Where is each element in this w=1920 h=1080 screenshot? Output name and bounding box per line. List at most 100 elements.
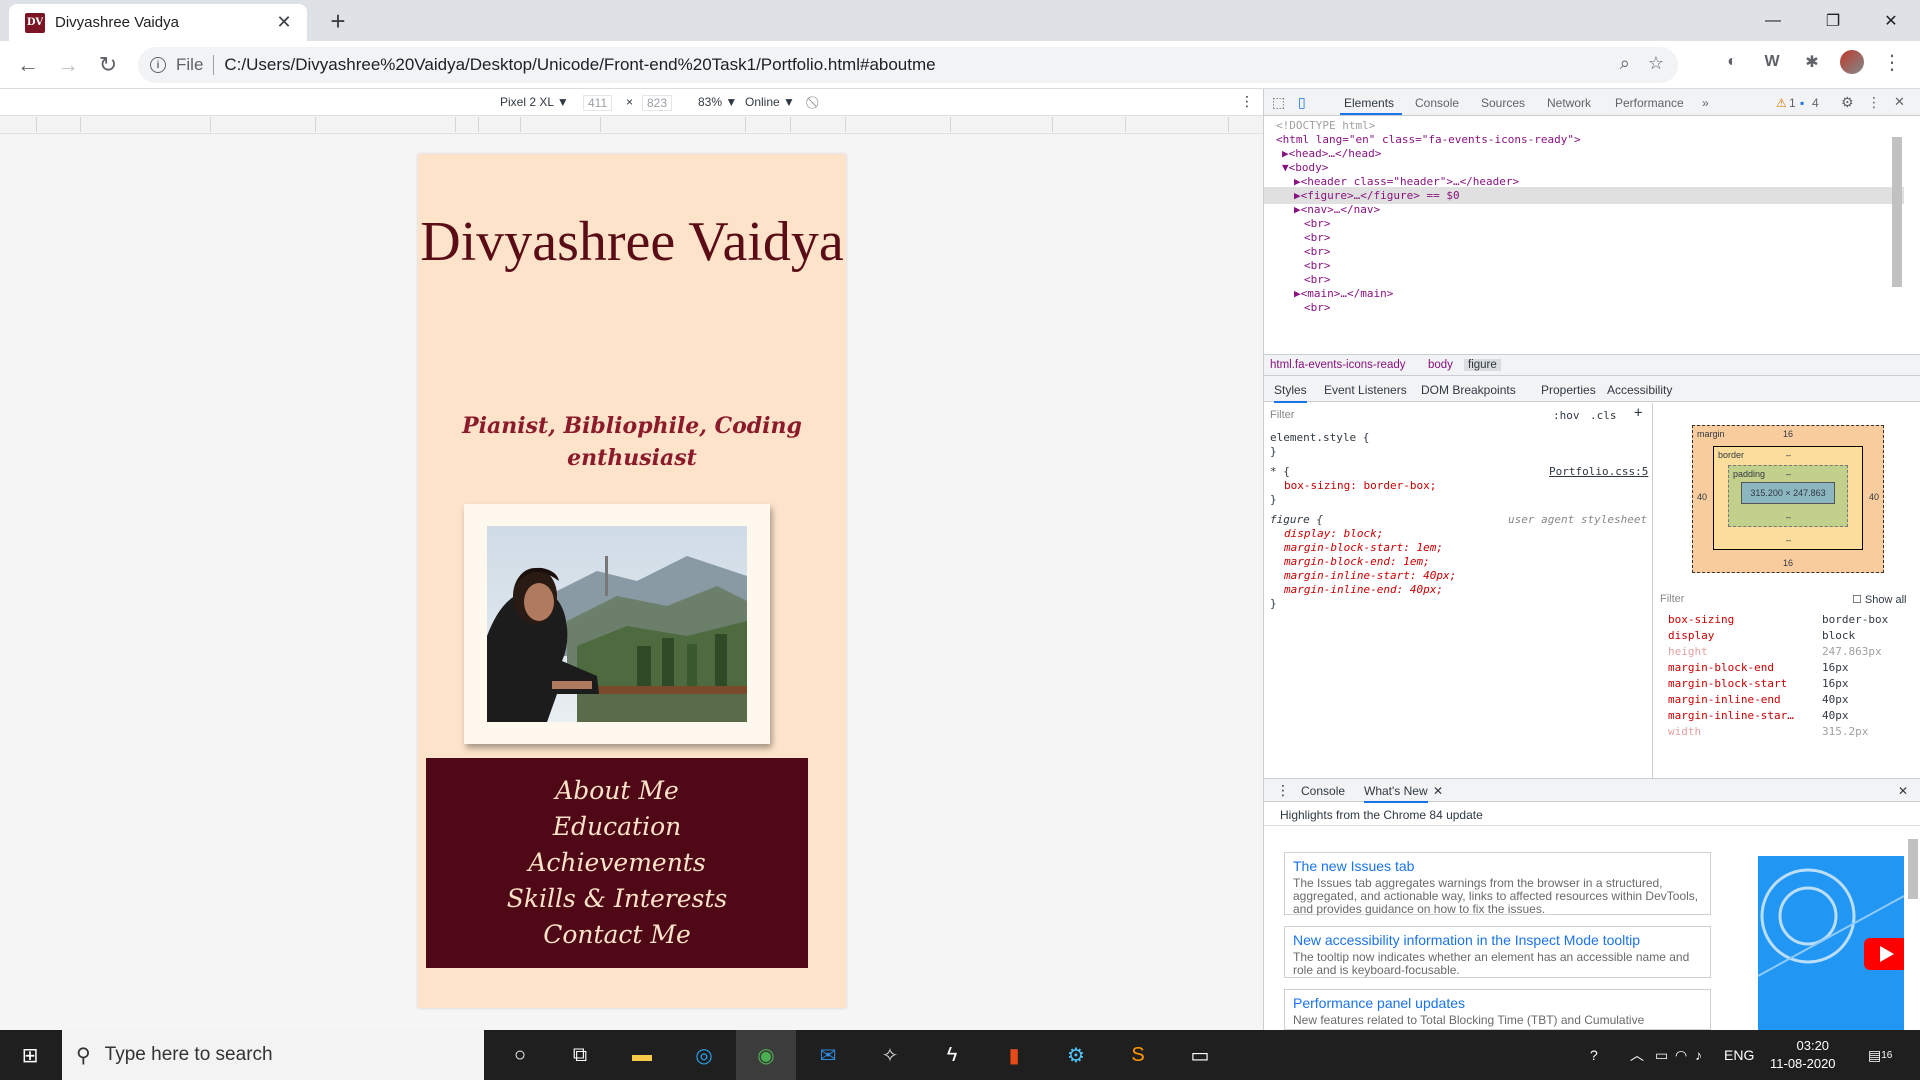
terminal-icon[interactable]: ▭ xyxy=(1170,1030,1230,1080)
task-view-icon[interactable]: ⧉ xyxy=(550,1030,610,1080)
network-throttle-select[interactable]: Online ▼ xyxy=(745,95,795,109)
computed-row[interactable]: margin-inline-star… 40px xyxy=(1654,709,1914,725)
device-toolbar-menu-icon[interactable]: ⋮ xyxy=(1240,93,1254,110)
close-window-button[interactable]: ✕ xyxy=(1862,0,1920,41)
whats-new-card[interactable]: New accessibility information in the Ins… xyxy=(1284,926,1711,978)
subtab-accessibility[interactable]: Accessibility xyxy=(1607,383,1672,397)
inspect-element-icon[interactable]: ⬚ xyxy=(1272,94,1285,111)
search-placeholder[interactable]: Type here to search xyxy=(105,1044,273,1066)
figure-declaration[interactable]: display: block; xyxy=(1284,527,1383,540)
mail-icon[interactable]: ✉ xyxy=(798,1030,858,1080)
profile-avatar[interactable] xyxy=(1840,50,1864,74)
puzzle-extensions-icon[interactable]: ✱ xyxy=(1800,50,1824,74)
stylesheet-link[interactable]: Portfolio.css:5 xyxy=(1549,465,1648,478)
forward-button[interactable]: → xyxy=(52,49,84,81)
back-button[interactable]: ← xyxy=(12,49,44,81)
bookmark-star-icon[interactable]: ☆ xyxy=(1648,53,1664,74)
app-icon[interactable]: ⚙ xyxy=(1046,1030,1106,1080)
computed-row[interactable]: display block xyxy=(1654,629,1914,645)
whats-new-video-thumbnail[interactable] xyxy=(1758,856,1904,1030)
device-toolbar-toggle-icon[interactable]: ▯ xyxy=(1298,94,1306,111)
computed-row[interactable]: margin-block-start 16px xyxy=(1654,677,1914,693)
element-style-rule[interactable]: element.style { xyxy=(1270,431,1369,444)
chrome-icon[interactable]: ◉ xyxy=(736,1030,796,1080)
styles-filter-input[interactable]: Filter xyxy=(1270,409,1294,421)
nav-link-about[interactable]: About Me xyxy=(555,773,679,809)
cortana-icon[interactable]: ○ xyxy=(490,1030,550,1080)
battery-icon[interactable]: ▭ xyxy=(1655,1030,1668,1080)
maximize-button[interactable]: ❐ xyxy=(1804,0,1862,41)
volume-icon[interactable]: ♪ xyxy=(1695,1030,1702,1080)
border-bottom-value[interactable]: – xyxy=(1786,535,1791,545)
windows-start-icon[interactable]: ⊞ xyxy=(0,1030,60,1080)
computed-row[interactable]: margin-block-end 16px xyxy=(1654,661,1914,677)
device-width-input[interactable]: 411 xyxy=(583,95,613,111)
nav-link-achievements[interactable]: Achievements xyxy=(528,845,705,881)
close-tab-icon[interactable]: ✕ xyxy=(273,12,295,33)
new-tab-button[interactable]: + xyxy=(322,6,354,38)
browser-tab[interactable]: DV Divyashree Vaidya ✕ xyxy=(9,4,307,41)
media-query-ruler[interactable] xyxy=(0,116,1263,134)
cls-toggle[interactable]: .cls xyxy=(1590,409,1617,422)
drawer-tab-console[interactable]: Console xyxy=(1301,784,1345,798)
computed-row[interactable]: width 315.2px xyxy=(1654,725,1914,741)
taskbar-search[interactable]: ⚲ Type here to search xyxy=(62,1030,484,1080)
card-title[interactable]: New accessibility information in the Ins… xyxy=(1293,932,1702,948)
padding-top-value[interactable]: – xyxy=(1786,469,1791,479)
language-indicator[interactable]: ENG xyxy=(1724,1030,1754,1080)
box-sizing-declaration[interactable]: box-sizing: border-box; xyxy=(1284,479,1436,492)
subtab-properties[interactable]: Properties xyxy=(1541,383,1596,397)
computed-filter-input[interactable]: Filter xyxy=(1660,593,1684,605)
margin-left-value[interactable]: 40 xyxy=(1697,492,1707,502)
whats-new-scrollbar[interactable] xyxy=(1908,839,1918,899)
close-drawer-icon[interactable]: ✕ xyxy=(1898,784,1908,798)
dom-scrollbar[interactable] xyxy=(1892,137,1902,287)
device-select[interactable]: Pixel 2 XL ▼ xyxy=(500,95,569,109)
zoom-icon[interactable]: ⌕ xyxy=(1620,53,1630,74)
breadcrumb-body[interactable]: body xyxy=(1428,359,1453,371)
figure-declaration[interactable]: margin-block-start: 1em; xyxy=(1284,541,1443,554)
drawer-tab-whats-new[interactable]: What's New xyxy=(1364,784,1428,803)
warning-icon[interactable]: ⚠ xyxy=(1776,96,1787,110)
office-icon[interactable]: ▮ xyxy=(984,1030,1044,1080)
devtools-menu-icon[interactable]: ⋮ xyxy=(1867,94,1881,111)
card-title[interactable]: The new Issues tab xyxy=(1293,858,1702,874)
whats-new-card[interactable]: The new Issues tab The Issues tab aggreg… xyxy=(1284,852,1711,916)
address-bar[interactable]: i File C:/Users/Divyashree%20Vaidya/Desk… xyxy=(138,47,1678,83)
padding-bottom-value[interactable]: – xyxy=(1786,512,1791,522)
clock[interactable]: 03:20 11-08-2020 xyxy=(1770,1030,1836,1080)
reload-button[interactable]: ↻ xyxy=(92,49,124,81)
universal-selector[interactable]: * { xyxy=(1270,465,1290,478)
computed-row[interactable]: margin-inline-end 40px xyxy=(1654,693,1914,709)
message-count[interactable]: 4 xyxy=(1812,96,1819,110)
minimize-button[interactable]: — xyxy=(1744,0,1802,41)
figure-declaration[interactable]: margin-block-end: 1em; xyxy=(1284,555,1430,568)
border-top-value[interactable]: – xyxy=(1786,450,1791,460)
card-title[interactable]: Performance panel updates xyxy=(1293,995,1702,1011)
tab-performance[interactable]: Performance xyxy=(1615,96,1684,110)
show-all-checkbox[interactable]: ☐ Show all xyxy=(1852,593,1907,606)
breadcrumb-figure[interactable]: figure xyxy=(1464,359,1501,371)
whats-new-card[interactable]: Performance panel updates New features r… xyxy=(1284,989,1711,1030)
info-icon[interactable]: i xyxy=(150,57,166,73)
sublime-text-icon[interactable]: S xyxy=(1108,1030,1168,1080)
zoom-select[interactable]: 83% ▼ xyxy=(698,95,737,109)
app-icon[interactable]: ϟ xyxy=(922,1030,982,1080)
help-icon[interactable]: ? xyxy=(1590,1030,1598,1080)
file-explorer-icon[interactable]: ▬ xyxy=(612,1030,672,1080)
figure-declaration[interactable]: margin-inline-end: 40px; xyxy=(1284,583,1443,596)
wifi-icon[interactable]: ◠ xyxy=(1675,1030,1687,1080)
close-whats-new-icon[interactable]: ✕ xyxy=(1433,784,1443,798)
box-model-content[interactable]: 315.200 × 247.863 xyxy=(1741,482,1835,504)
subtab-dom-breakpoints[interactable]: DOM Breakpoints xyxy=(1421,383,1516,397)
show-hidden-icons[interactable]: ︿ xyxy=(1630,1030,1644,1080)
chrome-menu-icon[interactable]: ⋮ xyxy=(1880,50,1904,74)
notification-center-icon[interactable]: ▤ 16 xyxy=(1868,1030,1892,1080)
tab-elements[interactable]: Elements xyxy=(1344,96,1394,110)
warning-count[interactable]: 1 xyxy=(1789,96,1796,110)
tab-sources[interactable]: Sources xyxy=(1481,96,1525,110)
figure-declaration[interactable]: margin-inline-start: 40px; xyxy=(1284,569,1456,582)
nav-link-education[interactable]: Education xyxy=(553,809,681,845)
extension-icon[interactable]: ◐ xyxy=(1720,50,1744,74)
wordpress-extension-icon[interactable]: W xyxy=(1760,50,1784,74)
